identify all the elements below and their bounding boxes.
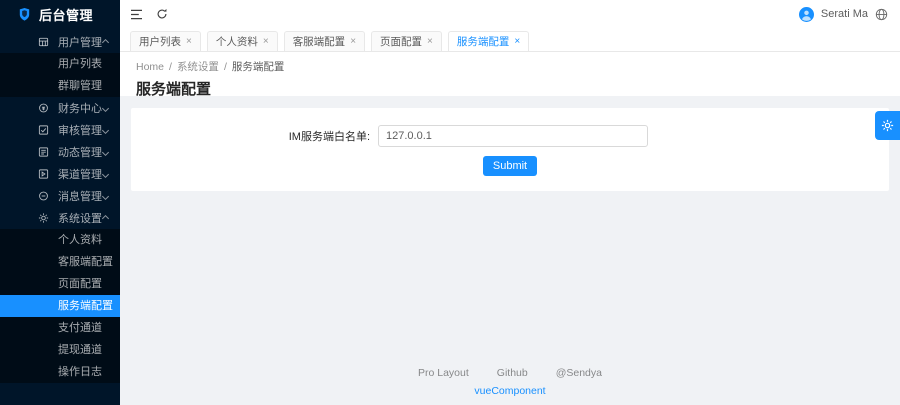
submenu-user-management: 用户列表 群聊管理 — [0, 53, 120, 97]
sidebar-group-message[interactable]: 消息管理 — [0, 185, 120, 207]
chevron-down-icon — [102, 193, 109, 200]
tab-label: 页面配置 — [380, 33, 422, 51]
sidebar-item-payment-channel[interactable]: 支付通道 — [0, 317, 120, 339]
chevron-down-icon — [102, 127, 109, 134]
chevron-down-icon — [102, 105, 109, 112]
avatar[interactable] — [799, 7, 814, 22]
sidebar-group-audit[interactable]: 审核管理 — [0, 119, 120, 141]
tab-page-config[interactable]: 页面配置 × — [371, 31, 442, 51]
sidebar-group-channel[interactable]: 渠道管理 — [0, 163, 120, 185]
sidebar-item-operation-log[interactable]: 操作日志 — [0, 361, 120, 383]
sidebar-group-finance[interactable]: 财务中心 — [0, 97, 120, 119]
chevron-up-icon — [102, 39, 109, 46]
tabbar: 用户列表 × 个人资料 × 客服端配置 × 页面配置 × 服务端配置 × — [120, 28, 900, 52]
topbar: Serati Ma — [120, 0, 900, 28]
gear-icon — [881, 119, 894, 132]
theme-settings-button[interactable] — [875, 111, 900, 140]
sidebar-group-system-settings[interactable]: 系统设置 — [0, 207, 120, 229]
sidebar-item-profile[interactable]: 个人资料 — [0, 229, 120, 251]
breadcrumb-current: 服务端配置 — [232, 59, 285, 74]
breadcrumb-system-settings[interactable]: 系统设置 — [177, 59, 219, 74]
breadcrumb: Home / 系统设置 / 服务端配置 — [136, 59, 884, 74]
sidebar-group-user-management[interactable]: 用户管理 — [0, 31, 120, 53]
content-area: IM服务端白名单: Submit Pro Layout Github @Send… — [120, 96, 900, 405]
sidebar-item-withdraw-channel[interactable]: 提现通道 — [0, 339, 120, 361]
chevron-down-icon — [102, 171, 109, 178]
close-icon[interactable]: × — [350, 33, 356, 51]
im-whitelist-label: IM服务端白名单: — [131, 128, 378, 144]
channel-icon — [38, 169, 49, 180]
tab-label: 用户列表 — [139, 33, 181, 51]
sidebar-collapse-icon[interactable] — [130, 9, 143, 20]
tab-client-config[interactable]: 客服端配置 × — [284, 31, 365, 51]
chevron-down-icon — [102, 149, 109, 156]
footer-links: Pro Layout Github @Sendya — [418, 367, 602, 379]
submit-button[interactable]: Submit — [483, 156, 537, 176]
chevron-up-icon — [102, 215, 109, 222]
sidebar-item-client-config[interactable]: 客服端配置 — [0, 251, 120, 273]
wallet-icon — [38, 103, 49, 114]
breadcrumb-separator: / — [224, 61, 227, 73]
sidebar-item-group-chat[interactable]: 群聊管理 — [0, 75, 120, 97]
form-row: IM服务端白名单: — [131, 125, 889, 147]
close-icon[interactable]: × — [263, 33, 269, 51]
tab-user-list[interactable]: 用户列表 × — [130, 31, 201, 51]
sidebar-item-user-list[interactable]: 用户列表 — [0, 53, 120, 75]
close-icon[interactable]: × — [186, 33, 192, 51]
submit-row: Submit — [131, 156, 889, 176]
sidebar-group-dynamic[interactable]: 动态管理 — [0, 141, 120, 163]
logo-icon — [17, 7, 32, 22]
footer-link-github[interactable]: Github — [497, 367, 528, 379]
sidebar-item-page-config[interactable]: 页面配置 — [0, 273, 120, 295]
globe-icon[interactable] — [875, 8, 888, 21]
im-whitelist-input[interactable] — [378, 125, 648, 147]
close-icon[interactable]: × — [514, 33, 520, 51]
tab-label: 客服端配置 — [293, 33, 346, 51]
reload-icon[interactable] — [156, 8, 168, 20]
audit-icon — [38, 125, 49, 136]
footer-link-sendya[interactable]: @Sendya — [556, 367, 602, 379]
sidebar-item-server-config[interactable]: 服务端配置 — [0, 295, 120, 317]
topbar-right: Serati Ma — [799, 7, 888, 22]
table-icon — [38, 37, 49, 48]
main-area: Serati Ma 用户列表 × 个人资料 × 客服端配置 × 页面配置 × 服… — [120, 0, 900, 405]
gear-icon — [38, 213, 49, 224]
breadcrumb-separator: / — [169, 61, 172, 73]
sidebar-menu: 用户管理 用户列表 群聊管理 财务中心 审核管理 动态管理 — [0, 28, 120, 383]
breadcrumb-home[interactable]: Home — [136, 61, 164, 73]
signal-icon — [38, 147, 49, 158]
submenu-system-settings: 个人资料 客服端配置 页面配置 服务端配置 支付通道 提现通道 操作日志 — [0, 229, 120, 383]
footer-link-pro-layout[interactable]: Pro Layout — [418, 367, 469, 379]
sidebar: 后台管理 用户管理 用户列表 群聊管理 财务中心 审核管理 — [0, 0, 120, 405]
form-card: IM服务端白名单: Submit — [131, 108, 889, 191]
footer-brand-link[interactable]: vueComponent — [131, 385, 889, 397]
user-name[interactable]: Serati Ma — [821, 8, 868, 20]
app-logo[interactable]: 后台管理 — [0, 0, 120, 28]
app-title: 后台管理 — [39, 5, 93, 24]
tab-label: 服务端配置 — [457, 33, 510, 51]
tab-label: 个人资料 — [216, 33, 258, 51]
tab-server-config[interactable]: 服务端配置 × — [448, 31, 529, 51]
footer: Pro Layout Github @Sendya vueComponent — [131, 353, 889, 405]
page-header: Home / 系统设置 / 服务端配置 服务端配置 — [120, 52, 900, 96]
message-icon — [38, 191, 49, 202]
tab-profile[interactable]: 个人资料 × — [207, 31, 278, 51]
close-icon[interactable]: × — [427, 33, 433, 51]
